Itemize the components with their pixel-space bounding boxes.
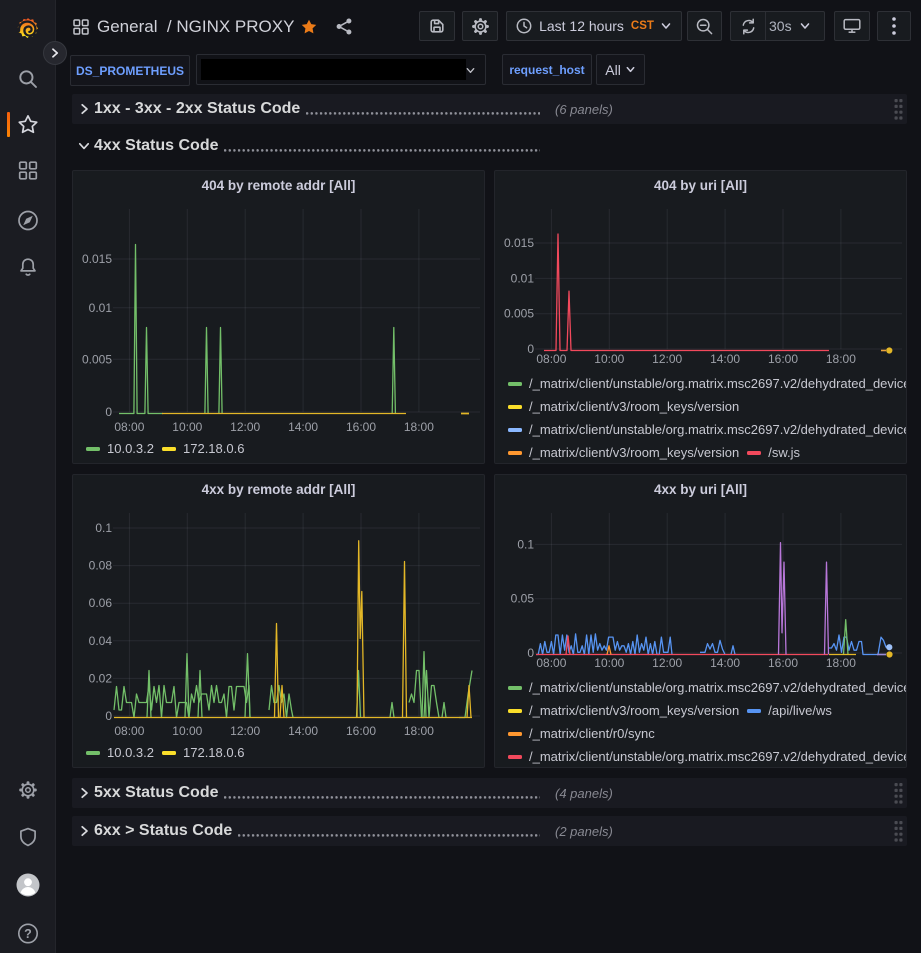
- svg-text:10:00: 10:00: [594, 352, 624, 366]
- svg-text:08:00: 08:00: [536, 656, 566, 670]
- svg-text:12:00: 12:00: [652, 656, 682, 670]
- svg-text:0: 0: [105, 405, 112, 419]
- svg-text:0.05: 0.05: [511, 592, 535, 606]
- svg-text:10:00: 10:00: [172, 724, 202, 738]
- svg-text:0.1: 0.1: [517, 537, 534, 551]
- svg-text:0.01: 0.01: [89, 301, 113, 315]
- svg-text:0.1: 0.1: [95, 521, 112, 535]
- svg-text:18:00: 18:00: [826, 656, 856, 670]
- svg-text:0.06: 0.06: [89, 596, 113, 610]
- svg-text:0.015: 0.015: [82, 252, 112, 266]
- svg-text:0.01: 0.01: [511, 271, 535, 285]
- svg-text:10:00: 10:00: [594, 656, 624, 670]
- svg-text:14:00: 14:00: [710, 656, 740, 670]
- svg-text:10:00: 10:00: [172, 420, 202, 434]
- svg-text:18:00: 18:00: [404, 724, 434, 738]
- svg-text:18:00: 18:00: [826, 352, 856, 366]
- svg-text:14:00: 14:00: [288, 724, 318, 738]
- svg-text:08:00: 08:00: [536, 352, 566, 366]
- svg-text:16:00: 16:00: [346, 420, 376, 434]
- svg-text:0: 0: [527, 342, 534, 356]
- svg-text:0: 0: [527, 646, 534, 660]
- svg-text:08:00: 08:00: [114, 724, 144, 738]
- svg-text:0.005: 0.005: [82, 352, 112, 366]
- svg-text:0.015: 0.015: [504, 236, 534, 250]
- svg-text:16:00: 16:00: [346, 724, 376, 738]
- svg-text:12:00: 12:00: [230, 724, 260, 738]
- svg-text:18:00: 18:00: [404, 420, 434, 434]
- svg-text:14:00: 14:00: [710, 352, 740, 366]
- svg-text:16:00: 16:00: [768, 352, 798, 366]
- svg-text:12:00: 12:00: [652, 352, 682, 366]
- svg-text:0.005: 0.005: [504, 307, 534, 321]
- svg-text:0: 0: [105, 709, 112, 723]
- svg-text:08:00: 08:00: [114, 420, 144, 434]
- svg-text:14:00: 14:00: [288, 420, 318, 434]
- svg-text:16:00: 16:00: [768, 656, 798, 670]
- svg-text:12:00: 12:00: [230, 420, 260, 434]
- svg-text:0.02: 0.02: [89, 671, 113, 685]
- svg-text:0.04: 0.04: [89, 634, 113, 648]
- svg-text:0.08: 0.08: [89, 559, 113, 573]
- svg-text:?: ?: [24, 927, 32, 941]
